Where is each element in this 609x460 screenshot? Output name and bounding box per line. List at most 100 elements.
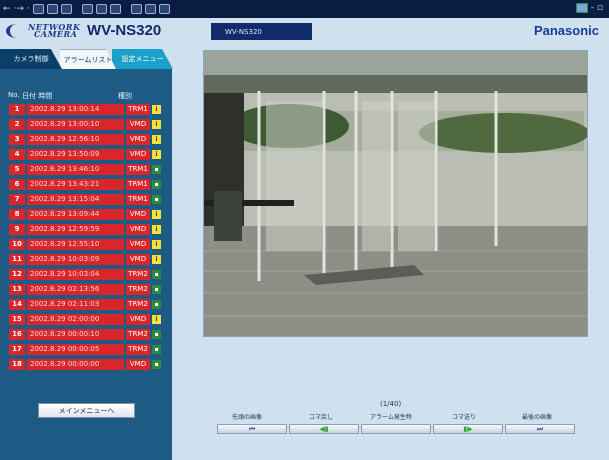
image-icon[interactable]: ▪ xyxy=(152,165,161,174)
home-icon[interactable] xyxy=(46,4,58,14)
row-type: VMD xyxy=(126,134,150,145)
table-row[interactable]: 14 2002.8.29 02:11:03 TRM2 ▪ xyxy=(9,299,161,310)
info-icon[interactable]: i xyxy=(152,105,161,114)
row-type: TRM1 xyxy=(126,104,150,115)
row-type: VMD xyxy=(126,224,150,235)
image-icon[interactable]: ▪ xyxy=(152,345,161,354)
tab-camera-control[interactable]: カメラ制御 xyxy=(0,49,62,69)
first-image-button[interactable]: ⏮ xyxy=(217,424,287,434)
table-row[interactable]: 8 2002.8.29 13:09:44 VMD i xyxy=(9,209,161,220)
mail-icon[interactable] xyxy=(109,4,121,14)
window-controls-text[interactable]: - ▫ xyxy=(591,3,603,13)
row-datetime[interactable]: 2002.8.29 02:00:00 xyxy=(27,314,124,325)
window-controls: - ▫ xyxy=(575,3,603,13)
first-image-label: 先頭の画像 xyxy=(232,414,263,421)
table-row[interactable]: 9 2002.8.29 12:59:59 VMD i xyxy=(9,224,161,235)
table-row[interactable]: 13 2002.8.29 02:13:56 TRM2 ▪ xyxy=(9,284,161,295)
table-row[interactable]: 3 2002.8.29 12:56:10 VMD i xyxy=(9,134,161,145)
row-datetime[interactable]: 2002.8.29 12:59:59 xyxy=(27,224,124,235)
info-icon[interactable]: i xyxy=(152,225,161,234)
alarm-list-panel: No. 日付 時間 種別 1 2002.8.29 13:00:14 TRM1 i 2 20… xyxy=(0,69,172,460)
row-datetime[interactable]: 2002.8.29 00:00:00 xyxy=(27,359,124,370)
row-type: TRM2 xyxy=(126,329,150,340)
row-datetime[interactable]: 2002.8.29 13:50:09 xyxy=(27,149,124,160)
row-datetime[interactable]: 2002.8.29 12:55:10 xyxy=(27,239,124,250)
table-row[interactable]: 17 2002.8.29 00:00:05 TRM2 ▪ xyxy=(9,344,161,355)
refresh-icon[interactable] xyxy=(32,4,44,14)
row-type: TRM2 xyxy=(126,284,150,295)
table-row[interactable]: 6 2002.8.29 13:43:21 TRM1 ▪ xyxy=(9,179,161,190)
back-icon[interactable]: ← xyxy=(3,4,11,14)
table-row[interactable]: 4 2002.8.29 13:50:09 VMD i xyxy=(9,149,161,160)
table-row[interactable]: 2 2002.8.29 13:00:10 VMD i xyxy=(9,119,161,130)
row-datetime[interactable]: 2002.8.29 13:00:14 xyxy=(27,104,124,115)
row-datetime[interactable]: 2002.8.29 13:09:44 xyxy=(27,209,124,220)
table-row[interactable]: 15 2002.8.29 02:00:00 VMD i xyxy=(9,314,161,325)
table-row[interactable]: 18 2002.8.29 00:00:00 VMD ▪ xyxy=(9,359,161,370)
info-icon[interactable]: i xyxy=(152,135,161,144)
info-icon[interactable]: i xyxy=(152,120,161,129)
row-type: VMD xyxy=(126,149,150,160)
image-icon[interactable]: ▪ xyxy=(152,285,161,294)
row-datetime[interactable]: 2002.8.29 13:43:21 xyxy=(27,179,124,190)
image-icon[interactable]: ▪ xyxy=(152,195,161,204)
brand-line2: CAMERA xyxy=(34,28,78,39)
alarm-time-label: アラーム発生時 xyxy=(370,414,412,421)
forward-icon[interactable]: ·→ xyxy=(14,4,24,14)
info-icon[interactable]: i xyxy=(152,150,161,159)
table-row[interactable]: 1 2002.8.29 13:00:14 TRM1 i xyxy=(9,104,161,115)
alarm-time-button[interactable] xyxy=(361,424,431,434)
info-icon[interactable]: i xyxy=(152,315,161,324)
step-back-icon: ◀▮ xyxy=(319,425,329,433)
browser-toolbar: ← ·→ · - ▫ xyxy=(0,0,609,18)
main-menu-button[interactable]: メインメニューへ xyxy=(38,403,135,418)
image-icon[interactable]: ▪ xyxy=(152,180,161,189)
info-icon[interactable]: i xyxy=(152,255,161,264)
prev-frame-button[interactable]: ◀▮ xyxy=(289,424,359,434)
table-row[interactable]: 7 2002.8.29 13:15:04 TRM1 ▪ xyxy=(9,194,161,205)
favorites-icon[interactable] xyxy=(81,4,93,14)
row-datetime[interactable]: 2002.8.29 00:00:10 xyxy=(27,329,124,340)
stop-icon[interactable]: · xyxy=(27,4,30,14)
image-icon[interactable]: ▪ xyxy=(152,300,161,309)
info-icon[interactable]: i xyxy=(152,210,161,219)
table-row[interactable]: 10 2002.8.29 12:55:10 VMD i xyxy=(9,239,161,250)
table-row[interactable]: 5 2002.8.29 13:46:10 TRM1 ▪ xyxy=(9,164,161,175)
row-datetime[interactable]: 2002.8.29 00:00:05 xyxy=(27,344,124,355)
maker-logo: Panasonic xyxy=(533,23,599,38)
tab-alarm-list[interactable]: アラームリスト xyxy=(60,49,116,69)
row-datetime[interactable]: 2002.8.29 13:46:10 xyxy=(27,164,124,175)
last-image-button[interactable]: ⏭ xyxy=(505,424,575,434)
prev-frame-label: コマ戻し xyxy=(309,414,334,421)
image-icon[interactable]: ▪ xyxy=(152,360,161,369)
row-number: 14 xyxy=(9,299,25,310)
table-row[interactable]: 11 2002.8.29 10:03:09 VMD i xyxy=(9,254,161,265)
tab-settings-menu[interactable]: 設定メニュー xyxy=(112,49,173,69)
row-datetime[interactable]: 2002.8.29 13:00:10 xyxy=(27,119,124,130)
search-icon[interactable] xyxy=(60,4,72,14)
row-number: 9 xyxy=(9,224,25,235)
row-number: 11 xyxy=(9,254,25,265)
discuss-icon[interactable] xyxy=(158,4,170,14)
row-datetime[interactable]: 2002.8.29 10:03:09 xyxy=(27,254,124,265)
row-datetime[interactable]: 2002.8.29 02:11:03 xyxy=(27,299,124,310)
row-number: 7 xyxy=(9,194,25,205)
print-icon[interactable] xyxy=(130,4,142,14)
edit-icon[interactable] xyxy=(144,4,156,14)
step-forward-icon: ▮▶ xyxy=(463,425,473,433)
history-icon[interactable] xyxy=(95,4,107,14)
image-icon[interactable]: ▪ xyxy=(152,330,161,339)
row-type: TRM2 xyxy=(126,299,150,310)
camera-scene xyxy=(204,51,587,336)
info-icon[interactable]: i xyxy=(152,240,161,249)
table-row[interactable]: 16 2002.8.29 00:00:10 TRM2 ▪ xyxy=(9,329,161,340)
row-type: VMD xyxy=(126,119,150,130)
row-datetime[interactable]: 2002.8.29 13:15:04 xyxy=(27,194,124,205)
row-type: VMD xyxy=(126,239,150,250)
row-datetime[interactable]: 2002.8.29 12:56:10 xyxy=(27,134,124,145)
next-frame-button[interactable]: ▮▶ xyxy=(433,424,503,434)
row-datetime[interactable]: 2002.8.29 02:13:56 xyxy=(27,284,124,295)
table-row[interactable]: 12 2002.8.29 10:03:04 TRM2 ▪ xyxy=(9,269,161,280)
row-datetime[interactable]: 2002.8.29 10:03:04 xyxy=(27,269,124,280)
image-icon[interactable]: ▪ xyxy=(152,270,161,279)
